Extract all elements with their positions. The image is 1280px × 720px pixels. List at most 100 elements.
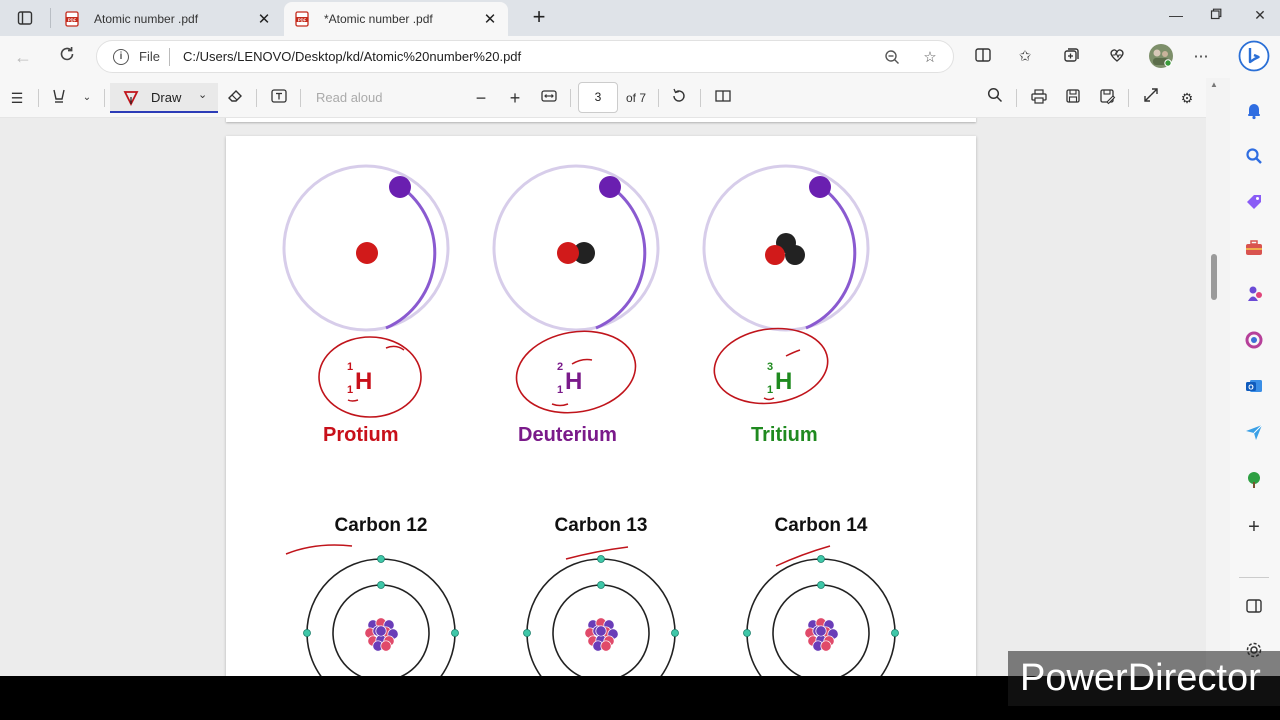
bell-icon[interactable] [1244,100,1264,120]
sidebar-divider [1239,577,1269,578]
address-bar[interactable]: i File C:/Users/LENOVO/Desktop/kd/Atomic… [96,40,954,73]
protium-symbol: H [355,368,372,395]
browser-window: PDF Atomic number .pdf ✕ PDF *Atomic num… [0,0,1280,676]
contents-list-icon[interactable]: ☰ [6,87,28,109]
electron [377,581,385,589]
send-icon[interactable] [1244,422,1264,442]
electron [891,629,899,637]
electron [597,555,605,563]
deuterium-symbol: H [565,368,582,395]
pdf-page: 1 1 H Protium 2 1 H Deuterium 3 1 H Trit… [226,136,976,676]
tritium-symbol: H [775,368,792,395]
electron [523,629,531,637]
pdf-icon: PDF [64,11,80,27]
tab-actions-icon [17,11,33,25]
fullscreen-icon[interactable] [1140,87,1162,109]
info-icon[interactable]: i [113,49,129,65]
add-text-icon[interactable] [268,87,290,109]
favorite-star-icon[interactable]: ☆ [921,49,939,67]
draw-dropdown-icon[interactable]: ⌄ [198,88,207,101]
back-button[interactable]: ← [10,44,36,70]
split-screen-icon[interactable] [972,46,994,68]
games-icon[interactable] [1244,284,1264,304]
pdf-viewer[interactable]: 1 1 H Protium 2 1 H Deuterium 3 1 H Trit… [0,118,1222,676]
close-tab-icon[interactable]: ✕ [256,10,272,28]
profile-avatar[interactable] [1148,43,1174,69]
draw-label: Draw [151,90,182,105]
save-as-icon[interactable] [1096,87,1118,109]
draw-button[interactable]: Draw ⌄ [110,83,218,113]
nucleon [600,640,612,652]
electron [303,629,311,637]
rotate-icon[interactable] [668,87,690,109]
tab-atomic-number[interactable]: PDF Atomic number .pdf ✕ [54,2,282,36]
highlight-dropdown-icon[interactable]: ⌄ [76,87,98,109]
protium-mass-number: 1 [347,361,353,373]
fit-width-icon[interactable] [538,87,560,109]
powerdirector-watermark: PowerDirector [1008,651,1280,706]
vertical-scrollbar[interactable]: ▲ [1206,78,1222,676]
collections-icon[interactable] [1060,46,1082,68]
page-number-input[interactable]: 3 [578,82,618,113]
electron [597,581,605,589]
scrollbar-thumb[interactable] [1211,254,1217,300]
restore-icon [1210,8,1222,20]
outlook-icon[interactable]: O [1244,376,1264,396]
page-view-icon[interactable] [712,87,734,109]
toolbar-separator [300,89,301,107]
refresh-button[interactable] [54,44,80,70]
close-window-button[interactable]: ✕ [1240,2,1280,28]
search-icon[interactable] [984,87,1006,109]
hide-sidebar-icon[interactable] [1244,596,1264,616]
print-icon[interactable] [1028,87,1050,109]
tree-icon[interactable] [1244,470,1264,490]
toolbar-separator [38,89,39,107]
electron [377,555,385,563]
toolbar-separator [570,89,571,107]
settings-gear-icon[interactable]: ⚙ [1176,87,1198,109]
tab-divider [50,8,51,28]
carbon-12-label: Carbon 12 [335,515,428,536]
office-icon[interactable] [1244,330,1264,350]
url-text[interactable]: C:/Users/LENOVO/Desktop/kd/Atomic%20numb… [183,49,521,64]
zoom-out-icon[interactable]: − [470,87,492,109]
toolbar-separator [256,89,257,107]
more-options-icon[interactable]: ⋯ [1190,46,1212,68]
shopping-tag-icon[interactable] [1244,192,1264,212]
highlight-icon[interactable] [48,87,70,109]
tab-atomic-number-active[interactable]: PDF *Atomic number .pdf ✕ [284,2,508,36]
tools-briefcase-icon[interactable] [1244,238,1264,258]
deuterium-label: Deuterium [518,424,617,446]
new-tab-button[interactable]: + [526,4,552,30]
electron [671,629,679,637]
edge-sidebar: O + [1230,78,1280,676]
zoom-icon[interactable] [883,49,901,67]
address-row: ← i File C:/Users/LENOVO/Desktop/kd/Atom… [0,36,1280,78]
tab-title: *Atomic number .pdf [324,12,433,26]
pdf-toolbar: ☰ ⌄ Draw ⌄ Read aloud − + 3 of 7 ⚙ [0,78,1222,118]
maximize-button[interactable] [1196,2,1236,28]
tab-strip: PDF Atomic number .pdf ✕ PDF *Atomic num… [0,0,1280,36]
zoom-in-icon[interactable]: + [504,87,526,109]
save-icon[interactable] [1062,87,1084,109]
toolbar-separator [700,89,701,107]
search-icon[interactable] [1244,146,1264,166]
nucleon [820,640,832,652]
eraser-icon[interactable] [224,87,246,109]
copilot-icon[interactable] [1238,40,1270,72]
read-aloud-button[interactable]: Read aloud [316,90,383,105]
add-sidebar-app-icon[interactable]: + [1244,516,1264,538]
carbon-13-label: Carbon 13 [555,515,648,536]
favorites-icon[interactable]: ✩ [1014,46,1036,68]
minimize-button[interactable]: — [1156,2,1196,28]
svg-text:PDF: PDF [68,17,77,22]
nucleon [380,640,392,652]
svg-text:O: O [1248,385,1254,392]
draw-pen-icon [122,89,140,112]
address-separator [169,48,170,66]
toolbar-separator [658,89,659,107]
close-tab-icon[interactable]: ✕ [482,10,498,28]
toolbar-separator [104,89,105,107]
browser-essentials-icon[interactable] [1106,46,1128,68]
tab-actions-button[interactable] [12,6,38,30]
